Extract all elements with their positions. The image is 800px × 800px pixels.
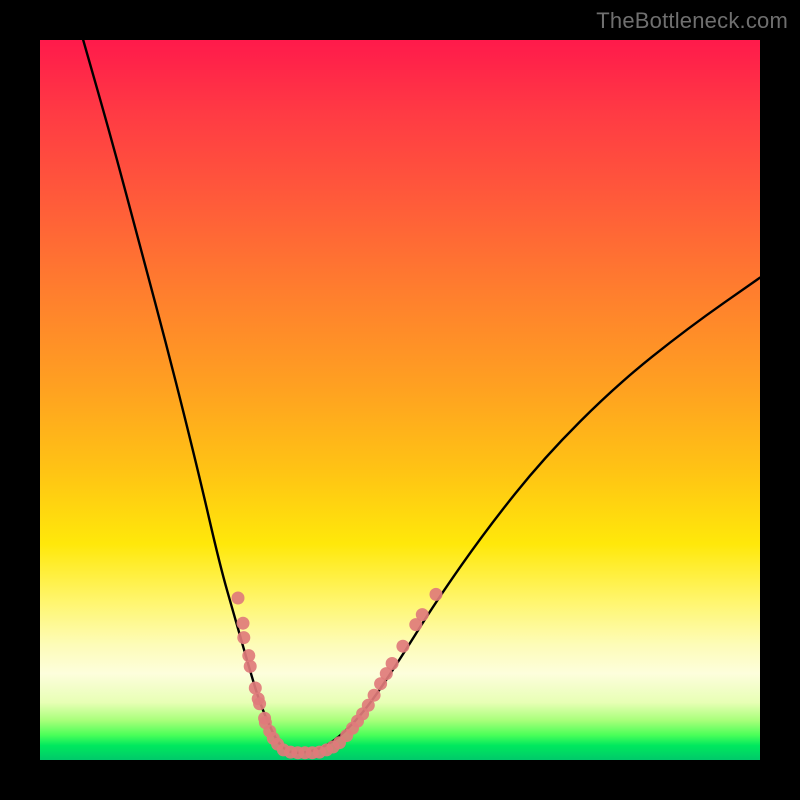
- watermark-text: TheBottleneck.com: [596, 8, 788, 34]
- curve-markers: [232, 588, 443, 759]
- curve-marker: [253, 697, 266, 710]
- curve-marker: [430, 588, 443, 601]
- chart-frame: TheBottleneck.com: [0, 0, 800, 800]
- chart-svg: [40, 40, 760, 760]
- curve-marker: [237, 631, 250, 644]
- bottleneck-curve: [83, 40, 760, 753]
- curve-marker: [396, 640, 409, 653]
- curve-marker: [386, 657, 399, 670]
- curve-marker: [368, 689, 381, 702]
- curve-marker: [232, 592, 245, 605]
- curve-marker: [244, 660, 257, 673]
- curve-marker: [237, 617, 250, 630]
- curve-path: [83, 40, 760, 753]
- curve-marker: [416, 608, 429, 621]
